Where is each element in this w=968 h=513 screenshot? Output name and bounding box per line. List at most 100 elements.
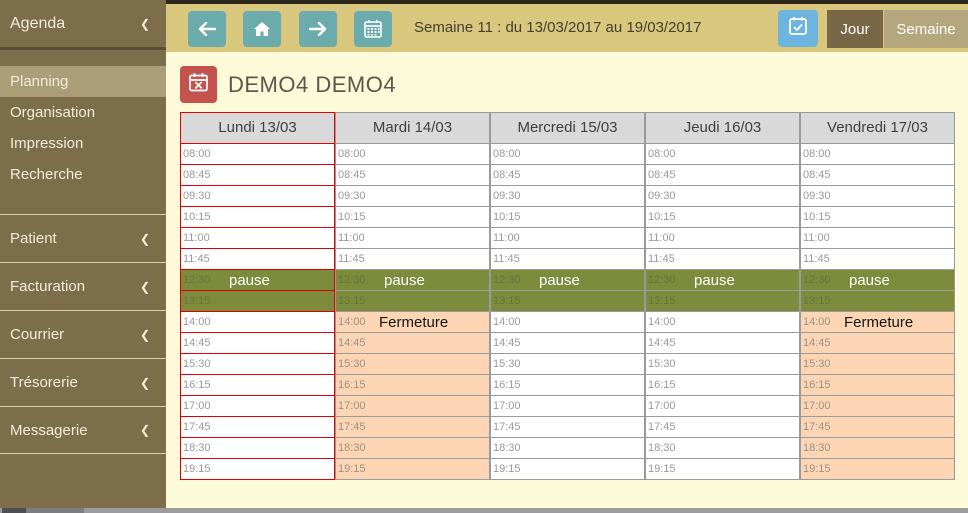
time-slot-cell[interactable]: 09:30 <box>181 186 334 207</box>
time-slot-cell[interactable]: 13:15 <box>801 291 954 312</box>
time-slot-cell[interactable]: 09:30 <box>491 186 644 207</box>
time-slot-cell[interactable]: 16:15 <box>491 375 644 396</box>
time-slot-cell[interactable]: 19:15 <box>491 459 644 479</box>
time-slot-cell[interactable]: 15:30 <box>801 354 954 375</box>
time-slot-cell[interactable]: 14:00 <box>646 312 799 333</box>
time-slot-cell[interactable]: 08:45 <box>646 165 799 186</box>
sidebar-item-planning[interactable]: Planning <box>0 66 166 97</box>
sidebar-item-trésorerie[interactable]: Trésorerie❮ <box>0 358 166 406</box>
time-slot-cell[interactable]: 13:15 <box>181 291 334 312</box>
day-header[interactable]: Mercredi 15/03 <box>491 113 644 144</box>
time-slot-cell[interactable]: 13:15 <box>491 291 644 312</box>
time-slot-cell[interactable]: 16:15 <box>336 375 489 396</box>
select-date-button[interactable] <box>778 10 818 47</box>
time-slot-cell[interactable]: 12:30pause <box>491 270 644 291</box>
time-slot-cell[interactable]: 08:00 <box>181 144 334 165</box>
sidebar-item-messagerie[interactable]: Messagerie❮ <box>0 406 166 454</box>
time-slot-cell[interactable]: 10:15 <box>801 207 954 228</box>
time-slot-cell[interactable]: 09:30 <box>646 186 799 207</box>
time-slot-cell[interactable]: 11:45 <box>491 249 644 270</box>
time-slot-cell[interactable]: 19:15 <box>801 459 954 479</box>
time-slot-cell[interactable]: 12:30pause <box>646 270 799 291</box>
time-slot-cell[interactable]: 17:45 <box>646 417 799 438</box>
time-slot-cell[interactable]: 16:15 <box>181 375 334 396</box>
time-slot-cell[interactable]: 08:00 <box>491 144 644 165</box>
time-slot-cell[interactable]: 11:45 <box>801 249 954 270</box>
time-slot-cell[interactable]: 14:00Fermeture <box>801 312 954 333</box>
time-slot-cell[interactable]: 15:30 <box>646 354 799 375</box>
time-slot-cell[interactable]: 18:30 <box>801 438 954 459</box>
horizontal-scrollbar[interactable] <box>0 508 968 513</box>
time-slot-cell[interactable]: 17:45 <box>336 417 489 438</box>
time-slot-cell[interactable]: 12:30pause <box>801 270 954 291</box>
time-slot-cell[interactable]: 12:30pause <box>336 270 489 291</box>
time-slot-cell[interactable]: 14:45 <box>336 333 489 354</box>
time-slot-cell[interactable]: 08:45 <box>181 165 334 186</box>
time-slot-cell[interactable]: 14:00Fermeture <box>336 312 489 333</box>
time-slot-cell[interactable]: 11:00 <box>181 228 334 249</box>
time-slot-cell[interactable]: 08:45 <box>491 165 644 186</box>
time-slot-cell[interactable]: 17:00 <box>336 396 489 417</box>
time-slot-cell[interactable]: 18:30 <box>336 438 489 459</box>
sidebar-item-patient[interactable]: Patient❮ <box>0 214 166 262</box>
sidebar-item-facturation[interactable]: Facturation❮ <box>0 262 166 310</box>
time-slot-cell[interactable]: 09:30 <box>801 186 954 207</box>
time-slot-cell[interactable]: 14:45 <box>491 333 644 354</box>
date-picker-button[interactable] <box>354 11 392 47</box>
previous-week-button[interactable] <box>188 11 226 47</box>
time-slot-cell[interactable]: 17:45 <box>801 417 954 438</box>
time-slot-cell[interactable]: 17:00 <box>491 396 644 417</box>
time-slot-cell[interactable]: 10:15 <box>646 207 799 228</box>
time-slot-cell[interactable]: 08:00 <box>646 144 799 165</box>
time-slot-cell[interactable]: 16:15 <box>646 375 799 396</box>
home-button[interactable] <box>243 11 281 47</box>
time-slot-cell[interactable]: 12:30pause <box>181 270 334 291</box>
next-week-button[interactable] <box>299 11 337 47</box>
week-view-button[interactable]: Semaine <box>884 10 968 48</box>
time-slot-cell[interactable]: 19:15 <box>336 459 489 479</box>
time-slot-cell[interactable]: 16:15 <box>801 375 954 396</box>
time-slot-cell[interactable]: 14:45 <box>801 333 954 354</box>
time-slot-cell[interactable]: 14:00 <box>491 312 644 333</box>
time-slot-cell[interactable]: 11:45 <box>336 249 489 270</box>
time-slot-cell[interactable]: 11:45 <box>181 249 334 270</box>
time-slot-cell[interactable]: 14:45 <box>646 333 799 354</box>
time-slot-cell[interactable]: 11:00 <box>801 228 954 249</box>
time-slot-cell[interactable]: 18:30 <box>491 438 644 459</box>
time-slot-cell[interactable]: 13:15 <box>646 291 799 312</box>
scrollbar-thumb-secondary[interactable] <box>26 508 84 513</box>
time-slot-cell[interactable]: 08:45 <box>801 165 954 186</box>
time-slot-cell[interactable]: 18:30 <box>181 438 334 459</box>
time-slot-cell[interactable]: 19:15 <box>646 459 799 479</box>
time-slot-cell[interactable]: 11:00 <box>336 228 489 249</box>
sidebar-item-courrier[interactable]: Courrier❮ <box>0 310 166 358</box>
time-slot-cell[interactable]: 17:00 <box>801 396 954 417</box>
time-slot-cell[interactable]: 11:00 <box>646 228 799 249</box>
time-slot-cell[interactable]: 14:00 <box>181 312 334 333</box>
time-slot-cell[interactable]: 17:00 <box>181 396 334 417</box>
sidebar-item-impression[interactable]: Impression <box>0 128 166 159</box>
time-slot-cell[interactable]: 08:00 <box>336 144 489 165</box>
day-header[interactable]: Jeudi 16/03 <box>646 113 799 144</box>
time-slot-cell[interactable]: 17:45 <box>181 417 334 438</box>
day-header[interactable]: Vendredi 17/03 <box>801 113 954 144</box>
time-slot-cell[interactable]: 09:30 <box>336 186 489 207</box>
time-slot-cell[interactable]: 11:00 <box>491 228 644 249</box>
time-slot-cell[interactable]: 08:45 <box>336 165 489 186</box>
time-slot-cell[interactable]: 17:00 <box>646 396 799 417</box>
time-slot-cell[interactable]: 19:15 <box>181 459 334 479</box>
time-slot-cell[interactable]: 10:15 <box>491 207 644 228</box>
time-slot-cell[interactable]: 15:30 <box>491 354 644 375</box>
sidebar-item-agenda[interactable]: Agenda ❮ <box>0 0 166 50</box>
day-view-button[interactable]: Jour <box>827 10 883 48</box>
scrollbar-thumb[interactable] <box>2 508 26 513</box>
time-slot-cell[interactable]: 14:45 <box>181 333 334 354</box>
day-header[interactable]: Mardi 14/03 <box>336 113 489 144</box>
day-header[interactable]: Lundi 13/03 <box>181 113 334 144</box>
time-slot-cell[interactable]: 08:00 <box>801 144 954 165</box>
time-slot-cell[interactable]: 15:30 <box>181 354 334 375</box>
sidebar-item-recherche[interactable]: Recherche <box>0 159 166 190</box>
time-slot-cell[interactable]: 15:30 <box>336 354 489 375</box>
sidebar-item-organisation[interactable]: Organisation <box>0 97 166 128</box>
time-slot-cell[interactable]: 18:30 <box>646 438 799 459</box>
